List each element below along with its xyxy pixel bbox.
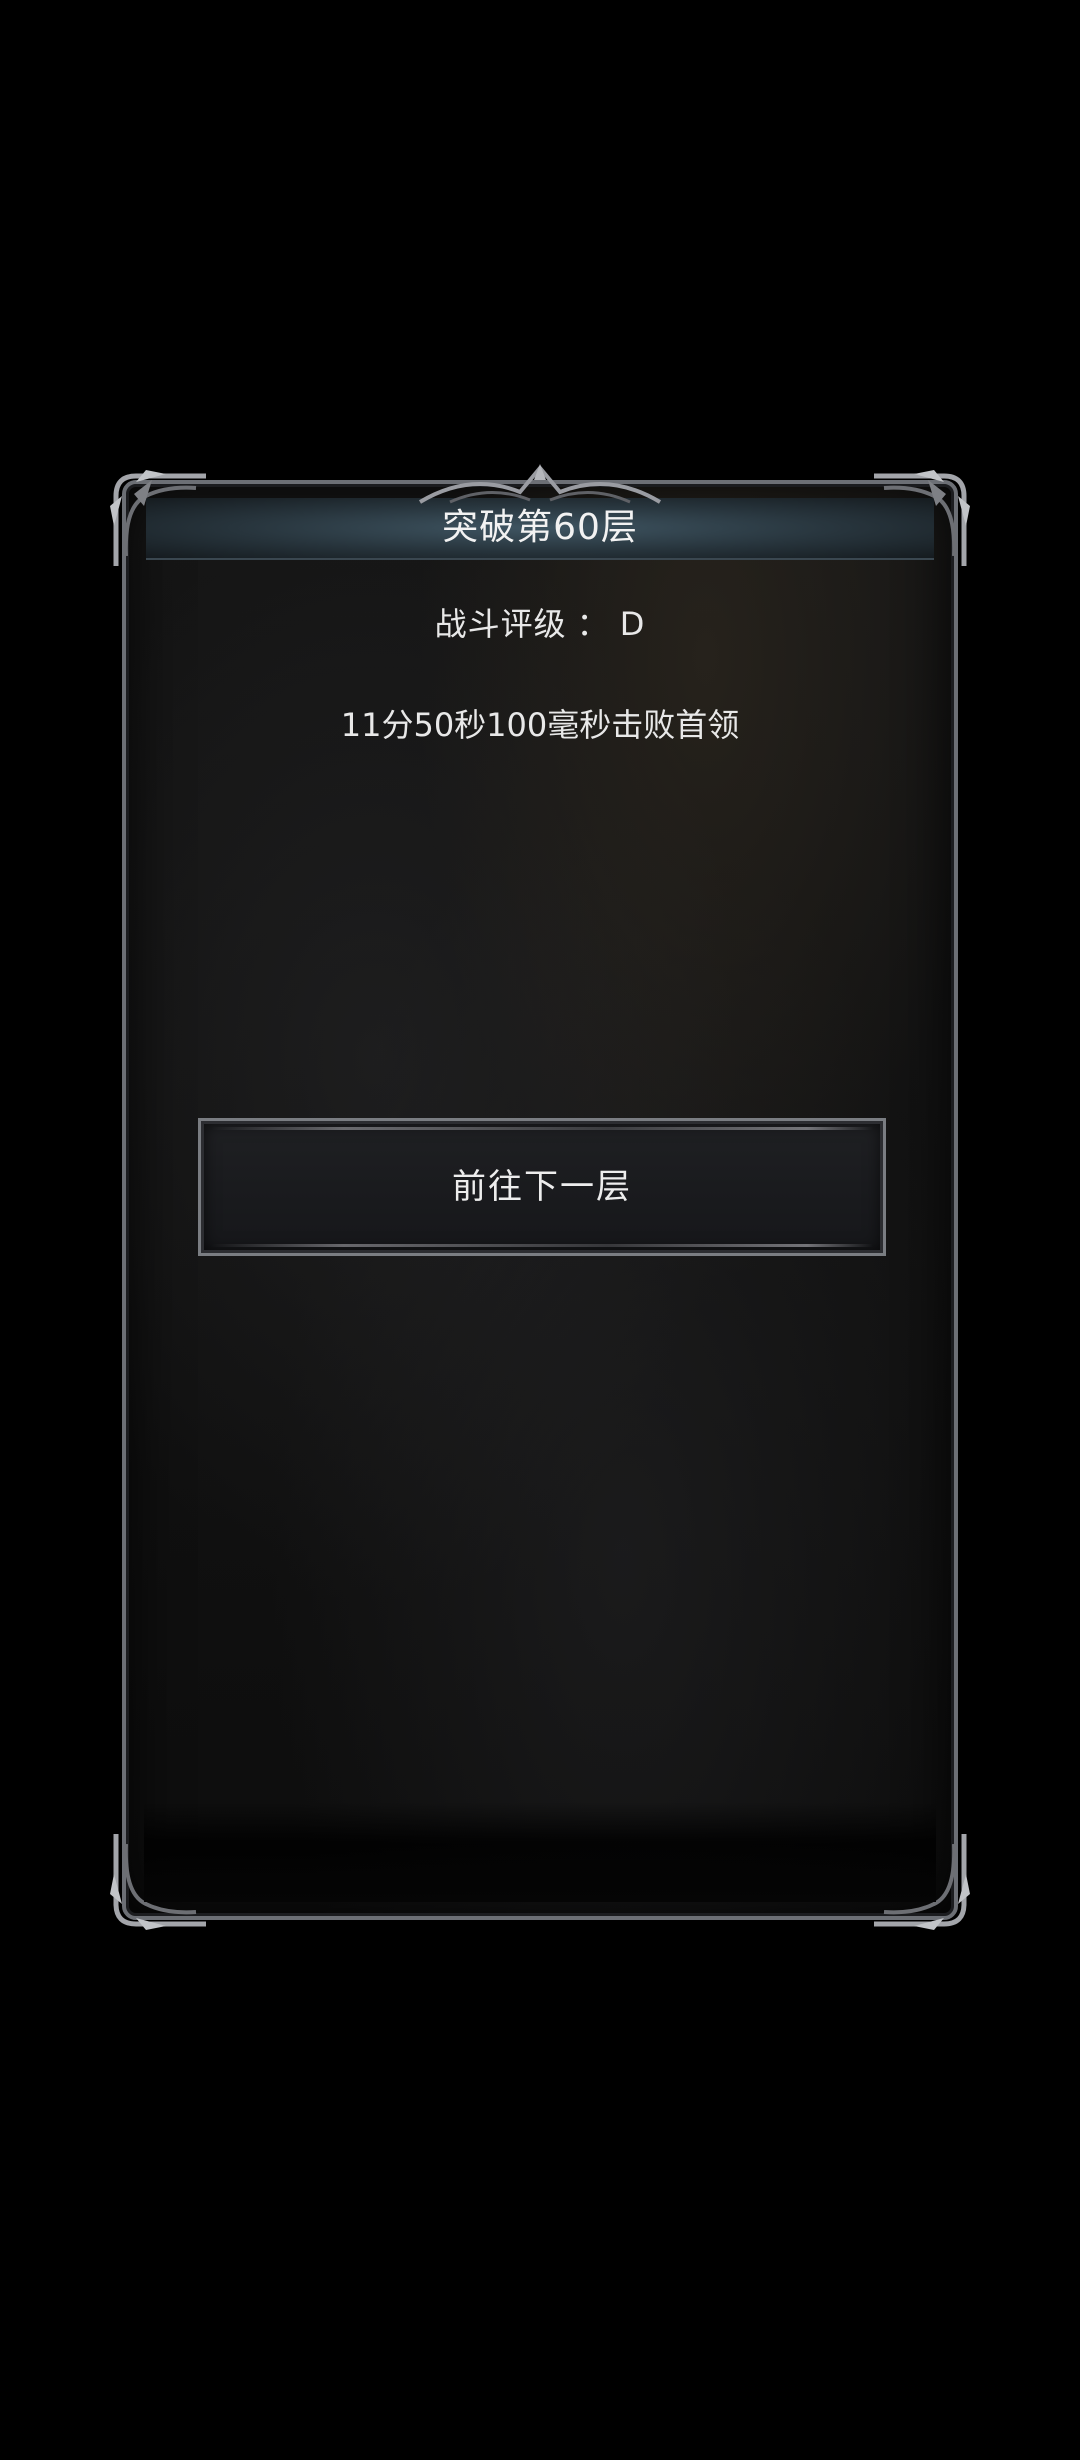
gothic-corner-ornament-icon <box>874 470 970 566</box>
gothic-crest-ornament-icon <box>418 464 662 504</box>
battle-rating-separator: ： <box>576 605 610 643</box>
game-screen: 突破第60层 战斗评级： D 11分50秒100毫秒击败首领 前往下一层 <box>0 0 1080 2460</box>
gothic-corner-ornament-icon <box>110 470 206 566</box>
next-floor-button[interactable]: 前往下一层 <box>198 1118 886 1256</box>
floor-result-dialog: 突破第60层 战斗评级： D 11分50秒100毫秒击败首领 前往下一层 <box>110 464 970 1930</box>
battle-rating-value: D <box>619 605 646 643</box>
battle-rating: 战斗评级： D <box>126 599 954 645</box>
battle-rating-label: 战斗评级 <box>434 605 567 643</box>
boss-defeat-time: 11分50秒100毫秒击败首领 <box>340 706 740 744</box>
next-floor-button-label: 前往下一层 <box>452 1167 632 1207</box>
dialog-bottom-shade <box>144 1802 936 1902</box>
